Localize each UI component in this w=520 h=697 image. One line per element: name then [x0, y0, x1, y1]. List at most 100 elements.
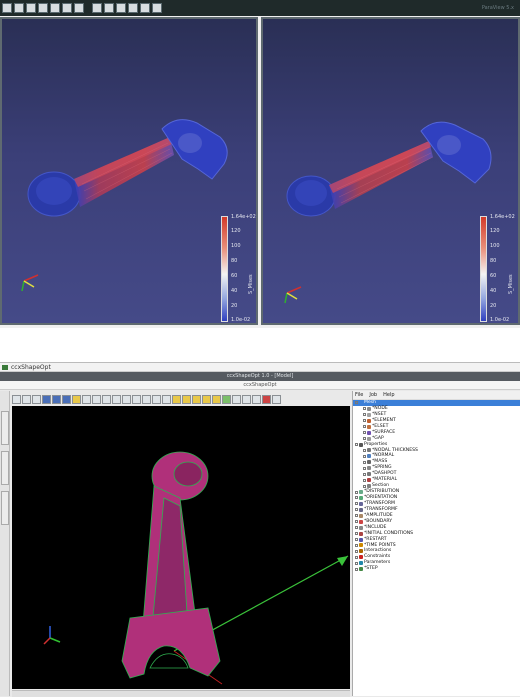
expand-toggle-icon[interactable]	[363, 407, 366, 411]
highlight-icon[interactable]	[72, 394, 81, 404]
save-icon[interactable]	[32, 394, 41, 404]
rotate-icon[interactable]	[92, 3, 102, 13]
set-view-minus-z-icon[interactable]	[74, 3, 84, 13]
parameters-icon	[359, 561, 363, 566]
expand-toggle-icon[interactable]	[355, 401, 358, 405]
status-bar	[12, 690, 350, 697]
pan-icon[interactable]	[122, 394, 131, 404]
tree-item[interactable]: *STEP	[353, 566, 520, 572]
menu-file[interactable]: File	[355, 392, 363, 398]
open-icon[interactable]	[22, 394, 31, 404]
reset-camera-icon[interactable]	[2, 3, 12, 13]
restart-icon	[359, 537, 363, 542]
set-view-minus-x-icon[interactable]	[26, 3, 36, 13]
colorbar-title: S_Mises	[508, 274, 514, 294]
status-text: ParaView 5.x	[481, 5, 514, 11]
expand-toggle-icon[interactable]	[363, 437, 366, 441]
window-title: ccxShapeOpt	[11, 363, 51, 371]
colorbar-tick: 100	[490, 243, 500, 249]
expand-toggle-icon[interactable]	[355, 549, 358, 553]
interactions-icon	[359, 549, 363, 554]
rotate-icon[interactable]	[132, 394, 141, 404]
fit-all-icon[interactable]	[222, 394, 231, 404]
select-elements-icon[interactable]	[152, 394, 161, 404]
render-view-left[interactable]: 1.64e+02 120 100 80 60 40 20 1.0e-02 S_M…	[0, 17, 258, 325]
expand-toggle-icon[interactable]	[355, 508, 358, 512]
expand-toggle-icon[interactable]	[355, 502, 358, 506]
expand-toggle-icon[interactable]	[355, 496, 358, 500]
side-tab-mesh[interactable]	[1, 451, 9, 485]
expand-toggle-icon[interactable]	[355, 555, 358, 559]
expand-toggle-icon[interactable]	[355, 520, 358, 524]
colorbar-tick: 120	[490, 228, 500, 234]
app-subtitle: ccxShapeOpt	[0, 381, 520, 390]
zoom-box-icon[interactable]	[112, 394, 121, 404]
expand-toggle-icon[interactable]	[355, 538, 358, 542]
expand-toggle-icon[interactable]	[355, 561, 358, 565]
constraints-icon	[359, 555, 363, 560]
normal-icon	[367, 454, 371, 459]
expand-toggle-icon[interactable]	[355, 567, 358, 571]
expand-toggle-icon[interactable]	[355, 443, 358, 447]
expand-toggle-icon[interactable]	[355, 526, 358, 530]
view-side-icon[interactable]	[52, 394, 61, 404]
expand-toggle-icon[interactable]	[363, 448, 366, 452]
camera-icon[interactable]	[140, 3, 150, 13]
colorbar-tick: 20	[490, 303, 497, 309]
view-front-icon[interactable]	[42, 394, 51, 404]
undo-icon[interactable]	[12, 394, 21, 404]
expand-toggle-icon[interactable]	[363, 454, 366, 458]
render-wire-icon[interactable]	[182, 394, 191, 404]
menu-help[interactable]: Help	[383, 392, 394, 398]
set-view-minus-y-icon[interactable]	[50, 3, 60, 13]
select-nodes-icon[interactable]	[142, 394, 151, 404]
expand-toggle-icon[interactable]	[355, 490, 358, 494]
menu-job[interactable]: Job	[369, 392, 377, 398]
side-tab-results[interactable]	[1, 411, 9, 445]
stop-icon[interactable]	[262, 394, 271, 404]
set-view-z-icon[interactable]	[62, 3, 72, 13]
view-top-icon[interactable]	[62, 394, 71, 404]
select-surface-icon[interactable]	[162, 394, 171, 404]
expand-toggle-icon[interactable]	[363, 413, 366, 417]
select-icon[interactable]	[128, 3, 138, 13]
render-shaded-icon[interactable]	[212, 394, 221, 404]
settings-icon[interactable]	[252, 394, 261, 404]
expand-toggle-icon[interactable]	[363, 460, 366, 464]
render-edges-icon[interactable]	[202, 394, 211, 404]
element-icon	[367, 418, 371, 423]
model-tree-panel: File Job Help Mesh *NODE *NSET *ELEMENT *ELS…	[352, 391, 520, 696]
colorbar-tick: 80	[490, 258, 497, 264]
time-points-icon	[359, 543, 363, 548]
expand-toggle-icon[interactable]	[363, 419, 366, 423]
expand-toggle-icon[interactable]	[363, 484, 366, 488]
expand-toggle-icon[interactable]	[355, 543, 358, 547]
model-viewport[interactable]	[12, 406, 350, 689]
refresh-icon[interactable]	[232, 394, 241, 404]
pointer-icon[interactable]	[82, 394, 91, 404]
pan-icon[interactable]	[104, 3, 114, 13]
render-view-right[interactable]: 1.64e+02 120 100 80 60 40 20 1.0e-02 S_M…	[261, 17, 520, 325]
expand-toggle-icon[interactable]	[363, 478, 366, 482]
initial-conditions-icon	[359, 531, 363, 536]
render-solid-icon[interactable]	[172, 394, 181, 404]
expand-toggle-icon[interactable]	[363, 431, 366, 435]
redo-icon[interactable]	[242, 394, 251, 404]
run-icon[interactable]	[272, 394, 281, 404]
side-tab-model[interactable]	[1, 491, 9, 525]
expand-toggle-icon[interactable]	[363, 472, 366, 476]
set-view-y-icon[interactable]	[38, 3, 48, 13]
expand-toggle-icon[interactable]	[355, 514, 358, 518]
node-icon	[367, 406, 371, 411]
split-view-icon[interactable]	[152, 3, 162, 13]
zoom-icon[interactable]	[116, 3, 126, 13]
colorbar-title: S_Mises	[248, 274, 254, 294]
expand-toggle-icon[interactable]	[363, 466, 366, 470]
expand-toggle-icon[interactable]	[355, 532, 358, 536]
zoom-in-icon[interactable]	[92, 394, 101, 404]
zoom-out-icon[interactable]	[102, 394, 111, 404]
render-points-icon[interactable]	[192, 394, 201, 404]
expand-toggle-icon[interactable]	[363, 425, 366, 429]
set-view-x-icon[interactable]	[14, 3, 24, 13]
side-tab-strip	[0, 391, 10, 696]
